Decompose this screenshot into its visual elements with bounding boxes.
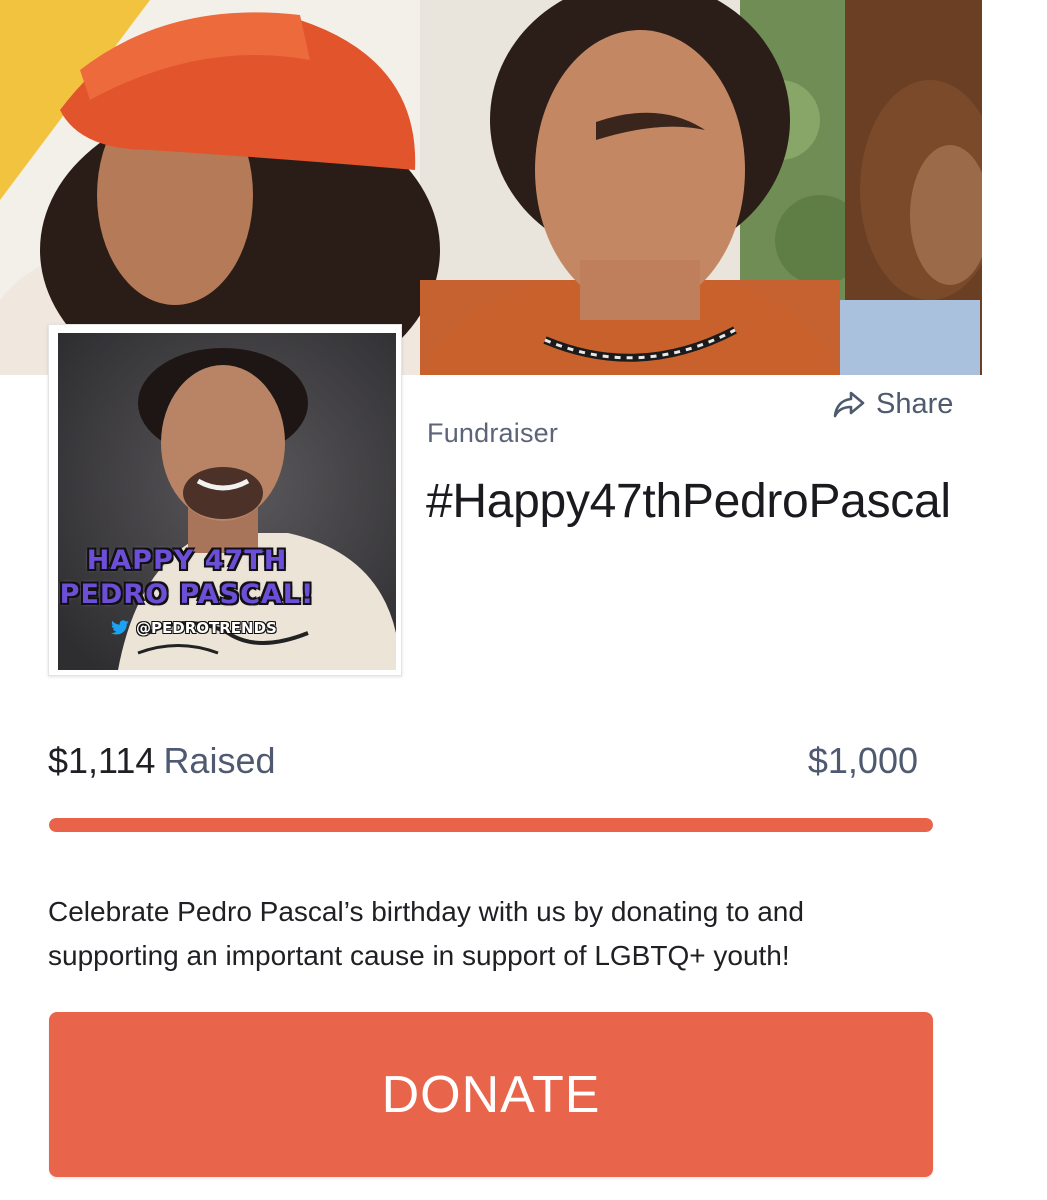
progress-bar-fill	[49, 818, 933, 832]
raised-summary: $1,114 Raised $1,000	[48, 740, 918, 782]
raised-info: $1,114 Raised	[48, 740, 276, 782]
fundraiser-description: Celebrate Pedro Pascal’s birthday with u…	[48, 896, 804, 971]
cover-photo	[0, 0, 982, 375]
fundraiser-title: #Happy47thPedroPascal	[426, 475, 951, 528]
promo-text-line1: HAPPY 47TH	[86, 545, 288, 576]
share-arrow-icon	[833, 391, 865, 417]
twitter-bird-icon	[111, 620, 129, 635]
cover-banner	[0, 0, 982, 375]
donate-button[interactable]: DONATE	[49, 1012, 933, 1177]
raised-label: Raised	[163, 740, 276, 781]
promo-handle: @PEDROTRENDS	[110, 619, 277, 637]
fundraiser-eyebrow: Fundraiser	[427, 418, 559, 448]
share-label: Share	[876, 388, 954, 420]
progress-bar	[49, 818, 933, 832]
raised-amount: $1,114	[48, 740, 156, 781]
promo-handle-text: @PEDROTRENDS	[136, 619, 277, 637]
fundraiser-avatar-card: HAPPY 47TH PEDRO PASCAL! @PEDROTRENDS	[48, 324, 402, 676]
goal-amount: $1,000	[807, 740, 918, 781]
fundraiser-avatar-image: HAPPY 47TH PEDRO PASCAL! @PEDROTRENDS	[58, 333, 396, 670]
promo-text-line2: PEDRO PASCAL!	[59, 579, 315, 610]
share-button[interactable]: Share	[832, 388, 953, 421]
